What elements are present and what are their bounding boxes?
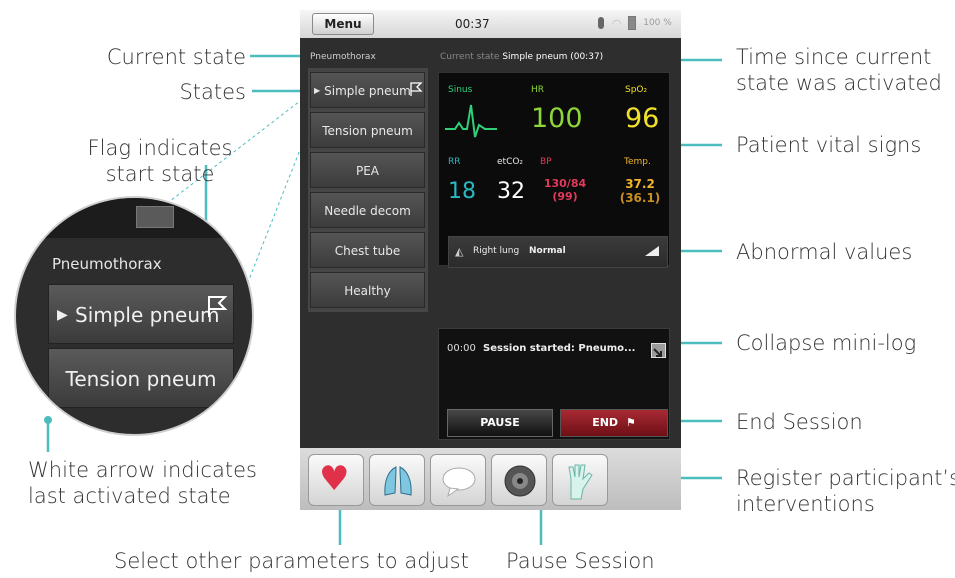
white-arrow-icon: ▶: [314, 86, 321, 95]
lungs-icon: [384, 466, 412, 496]
temp-readout: 37.2 (36.1): [619, 177, 661, 205]
callout-time-line1: Time since current: [736, 45, 932, 69]
hr-label: HR: [531, 85, 545, 95]
hr-value: 100: [531, 103, 583, 134]
magnifier-tab-fragment: [136, 206, 174, 228]
magnifier-state-simple-pneum[interactable]: ▶ Simple pneum: [48, 284, 234, 344]
menu-button[interactable]: Menu: [312, 13, 374, 35]
gloves-tool-button[interactable]: [552, 454, 608, 506]
log-entry: 00:00 Session started: Pneumo...: [447, 343, 635, 354]
sound-icon: [504, 465, 536, 497]
wifi-icon: ◠: [611, 16, 622, 30]
callout-pause-session: Pause Session: [506, 549, 655, 573]
callout-register: Register participant’s interventions: [736, 465, 955, 517]
rr-label: RR: [448, 157, 461, 167]
callout-register-line1: Register participant’s: [736, 466, 955, 490]
callout-end-session: End Session: [736, 410, 863, 434]
callout-arrow-line2: last activated state: [28, 484, 231, 508]
scenario-title: Pneumothorax: [310, 52, 376, 62]
temp-sub: (36.1): [619, 191, 661, 205]
callout-collapse: Collapse mini-log: [736, 331, 917, 355]
state-simple-pneum[interactable]: ▶ Simple pneum: [310, 72, 425, 108]
callout-arrow-line1: White arrow indicates: [28, 458, 257, 482]
heart-icon: ♥: [319, 459, 350, 499]
magnifier-state-label: Simple pneum: [75, 303, 220, 327]
session-clock: 00:37: [455, 17, 490, 31]
rr-value: 18: [448, 179, 476, 204]
callout-flag-line1: Flag indicates: [87, 136, 233, 160]
spo2-label: SpO₂: [625, 85, 648, 95]
magnifier-state-tension-pneum[interactable]: Tension pneum: [48, 348, 234, 408]
sound-tool-button[interactable]: [491, 454, 547, 506]
lungs-tool-button[interactable]: [369, 454, 425, 506]
bp-readout: 130/84 (99): [539, 177, 591, 203]
collapse-icon: [653, 348, 662, 357]
collapse-minilog-button[interactable]: [651, 343, 666, 358]
callout-current-state: Current state: [106, 45, 246, 69]
speech-bubble-icon: [442, 467, 476, 498]
callout-abnormal: Abnormal values: [736, 240, 913, 264]
callout-vitals: Patient vital signs: [736, 133, 922, 157]
heart-tool-button[interactable]: ♥: [308, 454, 364, 506]
callout-flag: Flag indicates start state: [60, 135, 260, 187]
state-tension-pneum[interactable]: Tension pneum: [310, 112, 425, 148]
spo2-value: 96: [625, 103, 660, 134]
end-label: END: [592, 416, 619, 429]
temp-label: Temp.: [624, 157, 651, 167]
log-time: 00:00: [447, 343, 476, 354]
state-needle-decom[interactable]: Needle decom: [310, 192, 425, 228]
states-panel: ▶ Simple pneum Tension pneum PEA Needle …: [308, 68, 428, 312]
pause-button[interactable]: PAUSE: [447, 409, 553, 437]
intervention-toolbar: ♥: [300, 448, 681, 510]
mic-icon: [598, 17, 604, 29]
temp-value: 37.2: [625, 177, 655, 191]
lungs-icon: ◭: [455, 245, 464, 258]
flag-icon: [208, 296, 228, 317]
abnormal-prefix: Right lung: [473, 246, 520, 256]
callout-arrow: White arrow indicates last activated sta…: [28, 457, 257, 509]
state-pea[interactable]: PEA: [310, 152, 425, 188]
callout-flag-line2: start state: [105, 162, 215, 186]
state-healthy[interactable]: Healthy: [310, 272, 425, 308]
end-flag-icon: ⚑: [625, 416, 636, 429]
bp-value: 130/84: [543, 177, 587, 190]
mini-log: 00:00 Session started: Pneumo... PAUSE E…: [438, 328, 670, 440]
callout-register-line2: interventions: [736, 492, 875, 516]
callout-states: States: [179, 80, 246, 104]
current-state-indicator: Current state Simple pneum (00:37): [440, 52, 603, 62]
bp-label: BP: [540, 157, 552, 167]
magnifier-scenario-title: Pneumothorax: [52, 255, 162, 273]
ecg-waveform-icon: [445, 104, 497, 138]
end-button[interactable]: END ⚑: [560, 409, 668, 437]
callout-time: Time since current state was activated: [736, 44, 942, 96]
bp-map: (99): [552, 190, 578, 203]
status-bar: Menu 00:37 ◠ 100 %: [300, 10, 681, 38]
etco2-value: 32: [497, 179, 525, 204]
abnormal-values-row[interactable]: ◭ Right lung Normal: [448, 236, 668, 268]
status-icons: ◠ 100 %: [598, 16, 672, 30]
state-chest-tube[interactable]: Chest tube: [310, 232, 425, 268]
flag-icon: [410, 82, 423, 96]
simulator-screen: Menu 00:37 ◠ 100 % Pneumothorax Current …: [300, 10, 681, 510]
magnifier-zoom: Pneumothorax ▶ Simple pneum Tension pneu…: [14, 196, 254, 436]
magnifier-top-strip: [16, 198, 252, 238]
current-state-prefix: Current state: [440, 52, 500, 62]
state-label: Simple pneum: [324, 84, 411, 98]
gloves-icon: [568, 464, 593, 500]
log-text: Session started: Pneumo...: [483, 343, 636, 354]
speech-tool-button[interactable]: [430, 454, 486, 506]
expand-triangle-icon: [645, 246, 659, 256]
rhythm-label: Sinus: [448, 85, 473, 95]
etco2-label: etCO₂: [497, 157, 524, 167]
callout-select-params: Select other parameters to adjust: [114, 549, 469, 573]
white-arrow-icon: ▶: [57, 307, 68, 323]
abnormal-value: Normal: [529, 246, 566, 256]
battery-percent: 100 %: [643, 18, 672, 28]
current-state-value: Simple pneum (00:37): [502, 52, 604, 62]
battery-icon: [628, 16, 637, 30]
callout-time-line2: state was activated: [736, 71, 942, 95]
